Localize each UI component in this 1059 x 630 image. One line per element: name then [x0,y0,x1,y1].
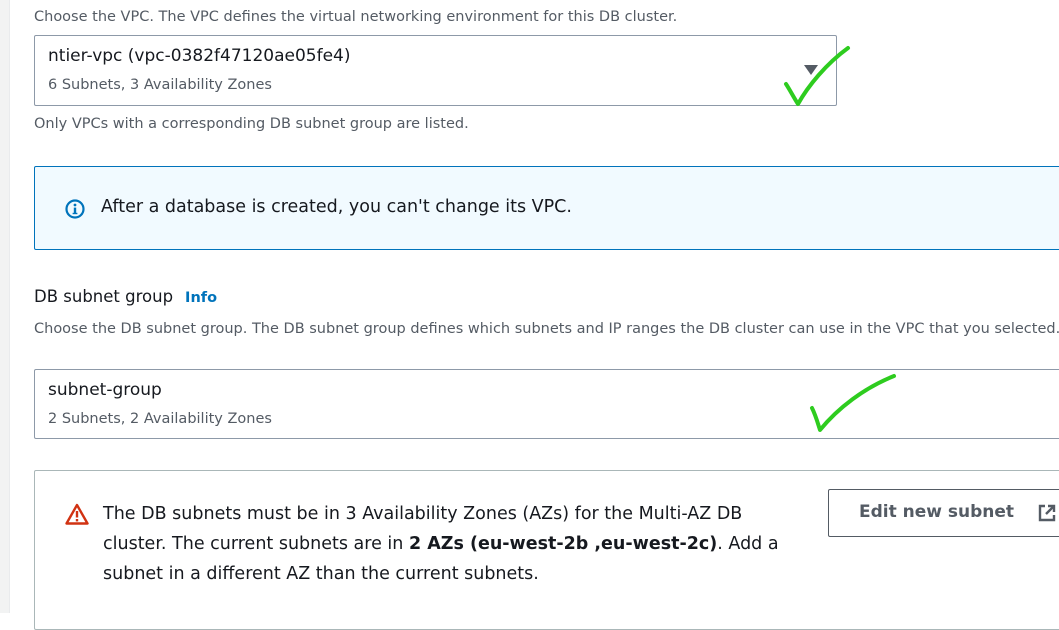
info-circle-icon [65,199,85,219]
subnet-group-description: Choose the DB subnet group. The DB subne… [34,321,1059,337]
vpc-select[interactable]: ntier-vpc (vpc-0382f47120ae05fe4) 6 Subn… [34,35,837,106]
subnet-group-label-row: DB subnet group Info [34,287,217,306]
subnet-group-info-link[interactable]: Info [185,290,217,306]
subnet-group-select-detail: 2 Subnets, 2 Availability Zones [48,411,272,427]
vpc-select-value: ntier-vpc (vpc-0382f47120ae05fe4) [48,46,351,66]
vpc-select-detail: 6 Subnets, 3 Availability Zones [48,77,272,93]
warning-alert-text: The DB subnets must be in 3 Availability… [103,499,803,589]
vpc-description: Choose the VPC. The VPC defines the virt… [34,9,678,25]
warning-triangle-icon [65,503,89,525]
left-panel-edge [0,0,10,613]
edit-new-subnet-button[interactable]: Edit new subnet [828,489,1059,537]
subnet-group-label: DB subnet group [34,287,174,306]
warning-text-azs: 2 AZs (eu-west-2b ,eu-west-2c) [408,534,718,554]
warning-alert: The DB subnets must be in 3 Availability… [34,470,1059,630]
vpc-constraint-text: Only VPCs with a corresponding DB subnet… [34,116,469,132]
subnet-group-select-value: subnet-group [48,380,162,400]
caret-down-icon [804,65,818,75]
subnet-group-select[interactable]: subnet-group 2 Subnets, 2 Availability Z… [34,369,1059,439]
info-alert: After a database is created, you can't c… [34,166,1059,250]
edit-new-subnet-label: Edit new subnet [859,502,1015,522]
info-alert-text: After a database is created, you can't c… [101,197,572,217]
external-link-icon [1038,504,1056,522]
